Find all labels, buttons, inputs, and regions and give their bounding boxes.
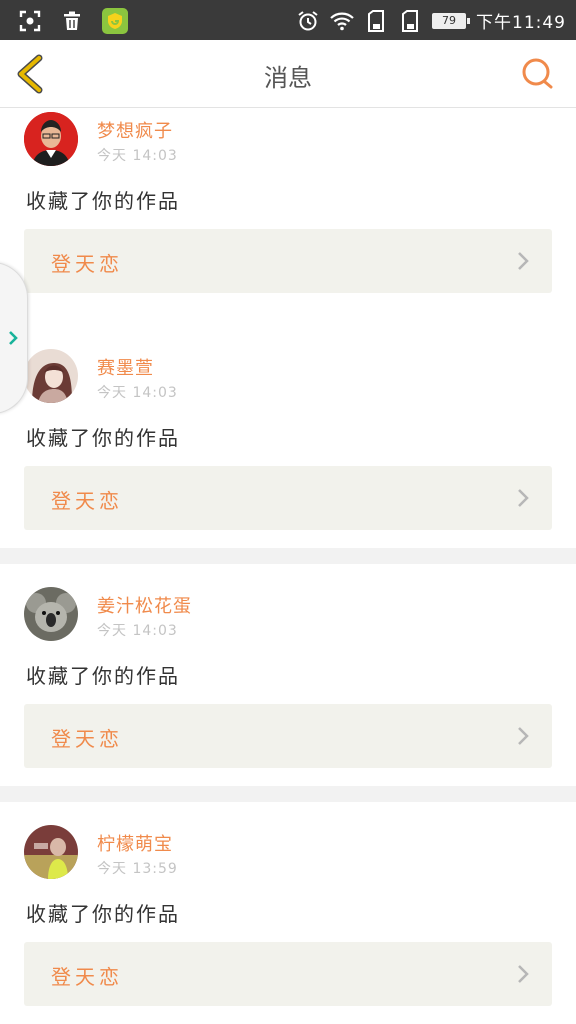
status-time: 下午11:49 [476,13,566,33]
sim2-icon [398,9,422,33]
work-title: 登天恋 [51,965,123,989]
notification-card: 柠檬萌宝 今天 13:59 收藏了你的作品 登天恋 [0,802,576,1024]
search-button[interactable] [520,56,556,92]
user-name[interactable]: 柠檬萌宝 [97,830,173,856]
search-icon [522,58,553,89]
status-bar: 79 下午11:49 [0,0,576,40]
action-text: 收藏了你的作品 [26,664,180,688]
timestamp: 今天 14:03 [97,148,178,164]
chevron-right-icon [518,252,529,270]
avatar-man-icon[interactable] [24,112,78,166]
chevron-right-icon [9,331,18,345]
avatar-koala-icon[interactable] [24,587,78,641]
user-name[interactable]: 赛墨萱 [97,354,154,380]
work-link[interactable]: 登天恋 [24,942,552,1006]
status-right-icons: 79 下午11:49 [296,8,566,33]
user-name[interactable]: 姜汁松花蛋 [97,592,192,618]
work-link[interactable]: 登天恋 [24,466,552,530]
app-shield-icon [102,8,128,34]
battery-level: 79 [442,13,456,27]
top-nav-bar: 消息 [0,40,576,108]
alarm-icon [296,9,320,33]
screenshot-icon [18,9,42,33]
battery-icon: 79 [432,12,470,29]
page-title: 消息 [264,64,312,92]
side-drawer-handle[interactable] [0,262,28,414]
action-text: 收藏了你的作品 [26,189,180,213]
chevron-right-icon [518,965,529,983]
timestamp: 今天 13:59 [97,861,178,877]
notification-card: 赛墨萱 今天 14:03 收藏了你的作品 登天恋 [0,326,576,548]
timestamp: 今天 14:03 [97,623,178,639]
chevron-right-icon [518,727,529,745]
work-link[interactable]: 登天恋 [24,229,552,293]
work-link[interactable]: 登天恋 [24,704,552,768]
user-name[interactable]: 梦想疯子 [97,117,173,143]
action-text: 收藏了你的作品 [26,426,180,450]
chevron-right-icon [518,489,529,507]
sim1-icon [364,9,388,33]
action-text: 收藏了你的作品 [26,902,180,926]
work-title: 登天恋 [51,727,123,751]
status-left-icons [18,8,128,34]
notification-card: 梦想疯子 今天 14:03 收藏了你的作品 登天恋 [0,108,576,330]
avatar-photo-icon[interactable] [24,825,78,879]
avatar-girl-icon[interactable] [24,349,78,403]
notification-card: 姜汁松花蛋 今天 14:03 收藏了你的作品 登天恋 [0,564,576,786]
timestamp: 今天 14:03 [97,385,178,401]
wifi-icon [330,9,354,33]
work-title: 登天恋 [51,489,123,513]
work-title: 登天恋 [51,252,123,276]
trash-icon [60,9,84,33]
